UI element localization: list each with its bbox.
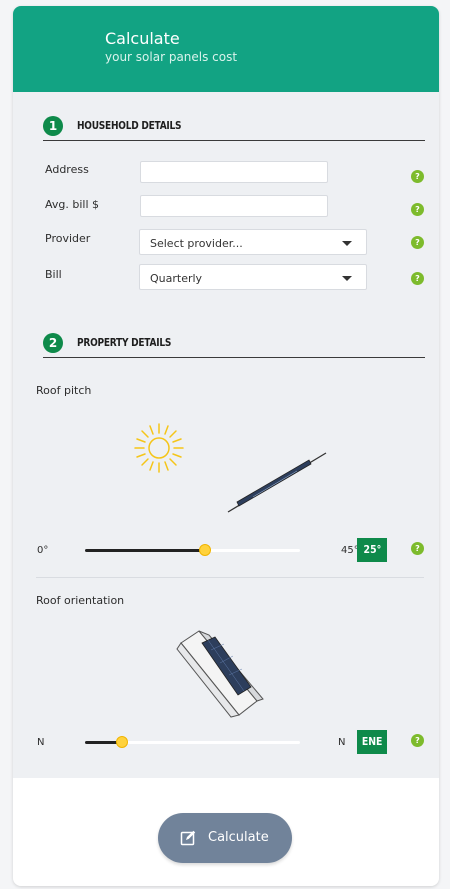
roof-orientation-icon xyxy=(176,630,264,718)
roof-pitch-value: 25° xyxy=(363,543,381,556)
sun-icon xyxy=(134,423,184,473)
chevron-down-icon xyxy=(342,276,352,281)
step-number-2: 2 xyxy=(43,333,63,353)
roof-pitch-min-label: 0° xyxy=(37,545,49,556)
property-section-header: 2 PROPERTY DETAILS xyxy=(43,333,425,358)
calculate-button[interactable]: Calculate xyxy=(158,813,292,863)
avg-bill-input[interactable] xyxy=(140,195,328,217)
roof-orientation-help-icon[interactable]: ? xyxy=(411,734,424,747)
tilted-panel-icon xyxy=(227,452,327,513)
roof-orientation-label: Roof orientation xyxy=(36,594,125,607)
avg-bill-label: Avg. bill $ xyxy=(45,198,100,211)
property-section-title: PROPERTY DETAILS xyxy=(77,336,172,349)
chevron-down-icon xyxy=(342,241,352,246)
divider xyxy=(36,577,424,578)
address-help-icon[interactable]: ? xyxy=(411,170,424,183)
roof-orientation-value: ENE xyxy=(361,735,383,748)
household-section-header: 1 HOUSEHOLD DETAILS xyxy=(43,116,425,141)
provider-select-value: Select provider... xyxy=(150,237,243,250)
header-subtitle: your solar panels cost xyxy=(105,50,238,64)
roof-pitch-slider-fill xyxy=(85,549,206,552)
roof-pitch-slider-thumb[interactable] xyxy=(199,544,212,556)
address-label: Address xyxy=(45,163,89,176)
provider-help-icon[interactable]: ? xyxy=(411,236,424,249)
roof-orientation-slider-thumb[interactable] xyxy=(115,736,128,748)
bill-frequency-value: Quarterly xyxy=(150,272,203,285)
roof-orientation-max-label: N xyxy=(338,737,346,748)
header: Calculate your solar panels cost xyxy=(13,6,439,92)
footer: Calculate xyxy=(13,778,439,886)
bill-label: Bill xyxy=(45,268,62,281)
provider-label: Provider xyxy=(45,232,91,245)
provider-select[interactable]: Select provider... xyxy=(139,229,367,255)
roof-pitch-help-icon[interactable]: ? xyxy=(411,542,424,555)
edit-icon xyxy=(180,830,196,846)
calculate-button-label: Calculate xyxy=(208,830,269,845)
roof-pitch-label: Roof pitch xyxy=(36,384,92,397)
header-title: Calculate xyxy=(105,29,180,48)
calculator-card: Calculate your solar panels cost 1 HOUSE… xyxy=(13,6,439,886)
bill-help-icon[interactable]: ? xyxy=(411,272,424,285)
address-input[interactable] xyxy=(140,161,328,183)
bill-frequency-select[interactable]: Quarterly xyxy=(139,264,367,290)
roof-orientation-value-badge: ENE xyxy=(357,730,387,754)
step-number-1: 1 xyxy=(43,116,63,136)
roof-pitch-value-badge: 25° xyxy=(357,538,387,562)
roof-orientation-min-label: N xyxy=(37,737,45,748)
avg-bill-help-icon[interactable]: ? xyxy=(411,203,424,216)
household-section-title: HOUSEHOLD DETAILS xyxy=(77,119,182,132)
